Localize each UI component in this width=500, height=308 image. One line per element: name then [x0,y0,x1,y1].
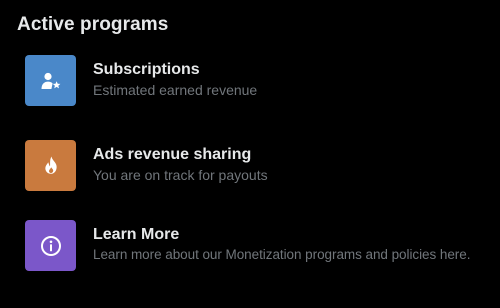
program-name: Learn More [93,226,180,243]
info-icon [40,235,61,256]
subscriptions-icon-tile [25,55,76,106]
program-learn-more[interactable]: Learn More Learn more about our Monetiza… [25,220,500,272]
program-description: Estimated earned revenue [93,82,258,98]
program-subscriptions[interactable]: Subscriptions Estimated earned revenue [25,55,500,107]
flame-icon [44,156,57,174]
program-name: Subscriptions [93,61,200,78]
learn-more-icon-tile [25,220,76,271]
person-star-icon [41,72,60,89]
ads-icon-tile [25,140,76,191]
program-description: You are on track for payouts [93,167,268,183]
program-ads-revenue-sharing[interactable]: Ads revenue sharing You are on track for… [25,140,500,192]
section-title: Active programs [17,14,169,35]
program-name: Ads revenue sharing [93,146,252,163]
program-description: Learn more about our Monetization progra… [93,247,471,262]
